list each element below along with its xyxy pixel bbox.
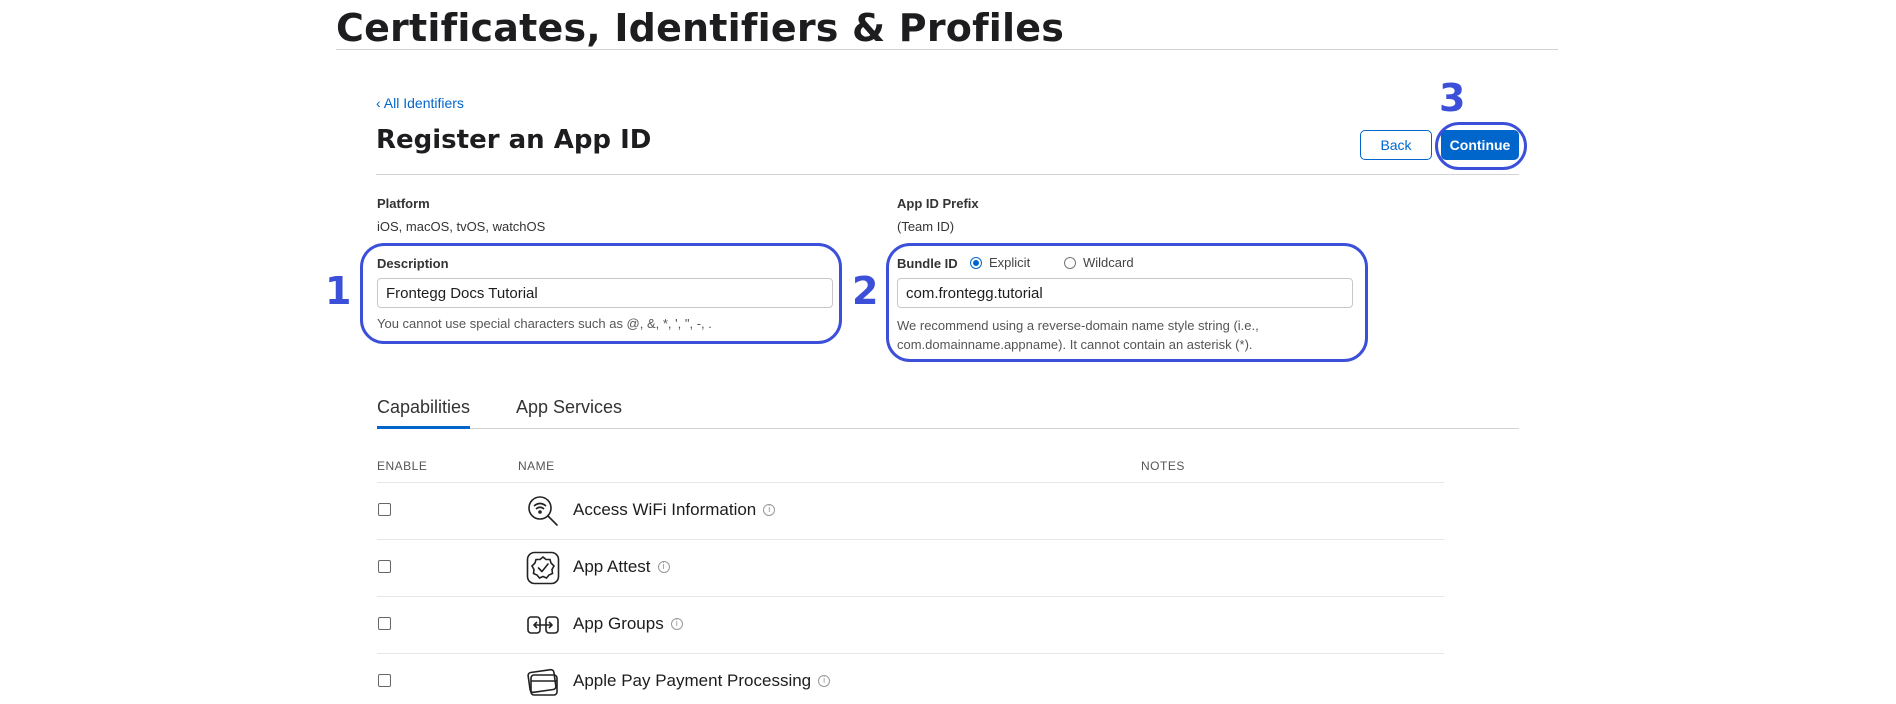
badge-check-icon: [526, 551, 560, 585]
column-header-enable: ENABLE: [377, 459, 428, 473]
annotation-step-2: 2: [852, 269, 879, 313]
app-id-prefix-label: App ID Prefix: [897, 196, 979, 211]
platform-value: iOS, macOS, tvOS, watchOS: [377, 219, 546, 234]
column-header-name: NAME: [518, 459, 555, 473]
enable-checkbox[interactable]: [378, 674, 391, 687]
platform-label: Platform: [377, 196, 430, 211]
active-tab-indicator: [377, 426, 470, 429]
tabs-divider: [377, 428, 1519, 429]
annotation-step-1: 1: [325, 269, 352, 313]
enable-checkbox[interactable]: [378, 560, 391, 573]
wifi-search-icon: [526, 494, 560, 528]
table-row-divider: [377, 539, 1444, 540]
table-row-divider: [377, 482, 1444, 483]
capability-name: App Attest i: [573, 557, 670, 577]
all-identifiers-link[interactable]: ‹ All Identifiers: [376, 95, 464, 111]
section-divider: [376, 174, 1519, 175]
info-icon[interactable]: i: [670, 618, 683, 630]
annotation-highlight-bundle-id: [886, 243, 1368, 362]
title-divider: [336, 49, 1558, 50]
info-icon[interactable]: i: [818, 675, 831, 687]
tab-app-services[interactable]: App Services: [516, 397, 622, 418]
table-row-divider: [377, 653, 1444, 654]
annotation-highlight-description: [360, 243, 842, 344]
enable-checkbox[interactable]: [378, 617, 391, 630]
info-icon[interactable]: i: [657, 561, 670, 573]
capability-name: Apple Pay Payment Processing i: [573, 671, 831, 691]
section-title: Register an App ID: [376, 125, 652, 155]
capability-name: Access WiFi Information i: [573, 500, 776, 520]
capability-name: App Groups i: [573, 614, 683, 634]
column-header-notes: NOTES: [1141, 459, 1185, 473]
app-id-prefix-value: (Team ID): [897, 219, 955, 234]
wallet-icon: [526, 665, 560, 699]
enable-checkbox[interactable]: [378, 503, 391, 516]
table-row-divider: [377, 596, 1444, 597]
annotation-highlight-continue: [1435, 122, 1527, 170]
annotation-step-3: 3: [1439, 76, 1466, 120]
back-button[interactable]: Back: [1360, 130, 1432, 160]
app-groups-icon: [526, 608, 560, 642]
tab-capabilities[interactable]: Capabilities: [377, 397, 470, 418]
page-title: Certificates, Identifiers & Profiles: [336, 6, 1065, 50]
info-icon[interactable]: i: [763, 504, 776, 516]
